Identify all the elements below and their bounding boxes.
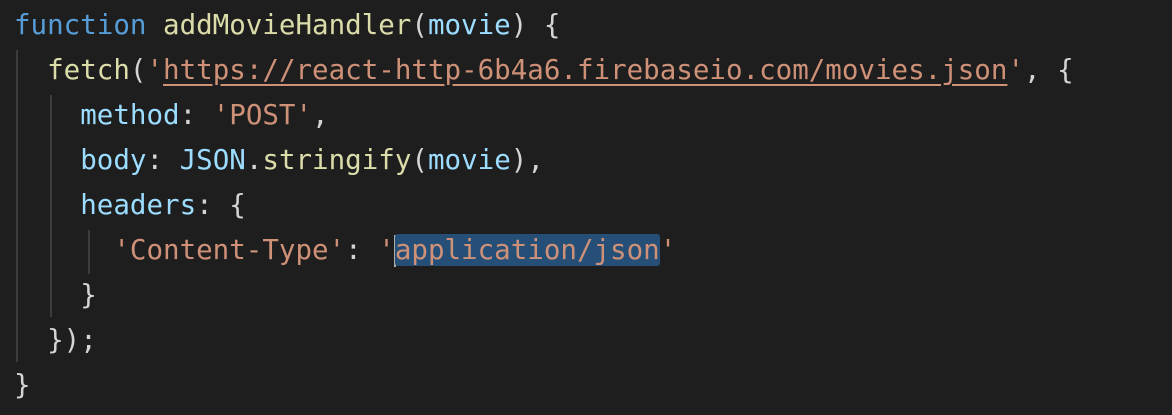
quote: ' [1007, 54, 1024, 86]
brace-close: } [14, 369, 31, 401]
header-key: 'Content-Type' [113, 234, 346, 266]
code-line[interactable]: method: 'POST', [14, 93, 329, 137]
stringify-call: stringify [262, 144, 412, 176]
code-line[interactable]: function addMovieHandler(movie) { [14, 3, 560, 47]
keyword-function: function [14, 9, 147, 41]
paren-open: ( [411, 144, 428, 176]
url-link[interactable]: https://react-http-6b4a6.firebaseio.com/… [163, 54, 1007, 86]
punctuation: : { [196, 189, 246, 221]
comma: , [312, 99, 329, 131]
code-line[interactable]: }); [14, 318, 97, 362]
parameter: movie [427, 9, 511, 41]
code-line[interactable]: 'Content-Type': 'application/json' [14, 228, 676, 272]
punctuation: , { [1024, 54, 1074, 86]
code-line[interactable]: body: JSON.stringify(movie), [14, 138, 544, 182]
colon: : [345, 234, 379, 266]
code-line[interactable]: fetch('https://react-http-6b4a6.firebase… [14, 48, 1074, 92]
colon: : [146, 144, 180, 176]
selected-text[interactable]: application/json [394, 234, 660, 266]
paren-open: ( [129, 54, 147, 86]
property-key: headers [80, 189, 197, 221]
brace-close: }); [47, 324, 97, 356]
code-line[interactable]: headers: { [14, 183, 246, 227]
argument: movie [427, 144, 511, 176]
quote: ' [146, 54, 164, 86]
quote: ' [378, 234, 395, 266]
brace-close: } [80, 279, 97, 311]
paren-close: ), [510, 144, 544, 176]
property-key: method [80, 99, 180, 131]
property-key: body [80, 144, 147, 176]
dot: . [245, 144, 263, 176]
quote: ' [659, 234, 677, 266]
json-object: JSON [179, 144, 246, 176]
string-value: 'POST' [212, 99, 313, 131]
code-line[interactable]: } [14, 273, 97, 317]
paren-close-brace: ) { [510, 9, 561, 41]
function-name: addMovieHandler [163, 9, 412, 41]
colon: : [179, 99, 213, 131]
code-line[interactable]: } [14, 363, 31, 407]
fetch-call: fetch [47, 54, 130, 86]
paren-open: ( [411, 9, 428, 41]
code-editor[interactable]: function addMovieHandler(movie) { fetch(… [0, 0, 1172, 415]
